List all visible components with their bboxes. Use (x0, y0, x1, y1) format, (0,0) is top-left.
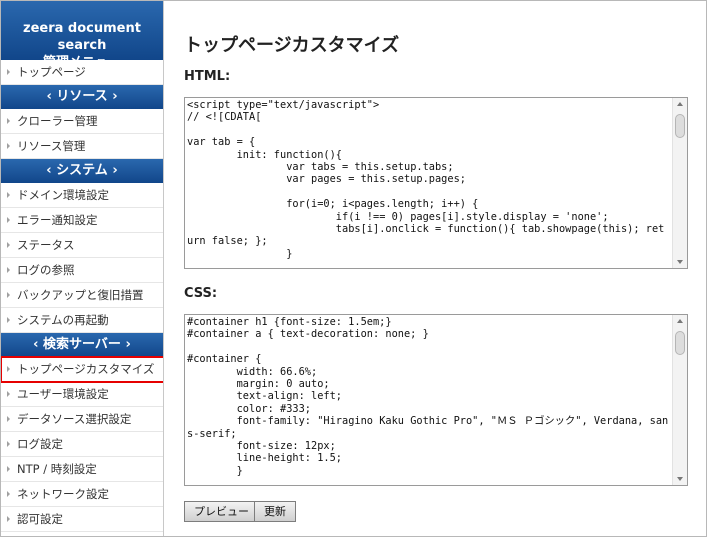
html-code-editor[interactable]: <script type="text/javascript"> // <![CD… (184, 97, 688, 269)
bullet-icon (7, 191, 10, 198)
bullet-icon (7, 117, 10, 124)
sidebar-item-resource[interactable]: リソース管理 (1, 134, 163, 159)
bullet-icon (7, 266, 10, 273)
sidebar-header: zeera document search 管理メニュー (1, 1, 163, 70)
bullet-icon (7, 515, 10, 522)
bullet-icon (7, 490, 10, 497)
sidebar-item-log-view[interactable]: ログの参照 (1, 258, 163, 283)
sidebar-item-error-notify[interactable]: エラー通知設定 (1, 208, 163, 233)
sidebar-item-datasource[interactable]: データソース選択設定 (1, 407, 163, 432)
section-header-search-server: ‹ 検索サーバー › (1, 333, 163, 357)
bullet-icon (7, 142, 10, 149)
scroll-down-icon[interactable] (677, 260, 683, 264)
update-button[interactable]: 更新 (254, 501, 296, 522)
css-editor-scrollbar[interactable] (672, 315, 687, 485)
sidebar-item-log-settings[interactable]: ログ設定 (1, 432, 163, 457)
bullet-icon (7, 291, 10, 298)
section-header-resource: ‹ リソース › (1, 85, 163, 109)
html-code-text: <script type="text/javascript"> // <![CD… (187, 99, 665, 260)
bullet-icon (7, 465, 10, 472)
sidebar-item-top-page-customize[interactable]: トップページカスタマイズ (1, 356, 163, 383)
bullet-icon (7, 390, 10, 397)
css-code-text: #container h1 {font-size: 1.5em;} #conta… (187, 316, 669, 477)
page-title: トップページカスタマイズ (184, 35, 400, 56)
scroll-up-icon[interactable] (677, 102, 683, 106)
bullet-icon (7, 241, 10, 248)
scroll-down-icon[interactable] (677, 477, 683, 481)
main-content: トップページカスタマイズ HTML: <script type="text/ja… (165, 1, 706, 536)
html-editor-scrollbar[interactable] (672, 98, 687, 268)
sidebar-item-backup[interactable]: バックアップと復旧措置 (1, 283, 163, 308)
scroll-up-icon[interactable] (677, 319, 683, 323)
sidebar-item-domain[interactable]: ドメイン環境設定 (1, 183, 163, 208)
sidebar-item-ntp[interactable]: NTP / 時刻設定 (1, 457, 163, 482)
sidebar-item-top-page[interactable]: トップページ (1, 60, 163, 85)
preview-button[interactable]: プレビュー (184, 501, 259, 522)
bullet-icon (7, 316, 10, 323)
scrollbar-thumb[interactable] (675, 114, 685, 138)
bullet-icon (7, 365, 10, 372)
css-label: CSS: (184, 286, 218, 301)
section-header-system: ‹ システム › (1, 159, 163, 183)
sidebar-item-network[interactable]: ネットワーク設定 (1, 482, 163, 507)
sidebar-item-user-env[interactable]: ユーザー環境設定 (1, 382, 163, 407)
bullet-icon (7, 68, 10, 75)
sidebar-item-status[interactable]: ステータス (1, 233, 163, 258)
bullet-icon (7, 440, 10, 447)
html-label: HTML: (184, 69, 231, 84)
bullet-icon (7, 415, 10, 422)
sidebar-item-crawler[interactable]: クローラー管理 (1, 109, 163, 134)
scrollbar-thumb[interactable] (675, 331, 685, 355)
sidebar-item-restart[interactable]: システムの再起動 (1, 308, 163, 333)
bullet-icon (7, 216, 10, 223)
product-name: zeera document search (23, 21, 141, 53)
sidebar-item-auth[interactable]: 認可設定 (1, 507, 163, 532)
css-code-editor[interactable]: #container h1 {font-size: 1.5em;} #conta… (184, 314, 688, 486)
sidebar: zeera document search 管理メニュー トップページ ‹ リソ… (1, 1, 164, 536)
